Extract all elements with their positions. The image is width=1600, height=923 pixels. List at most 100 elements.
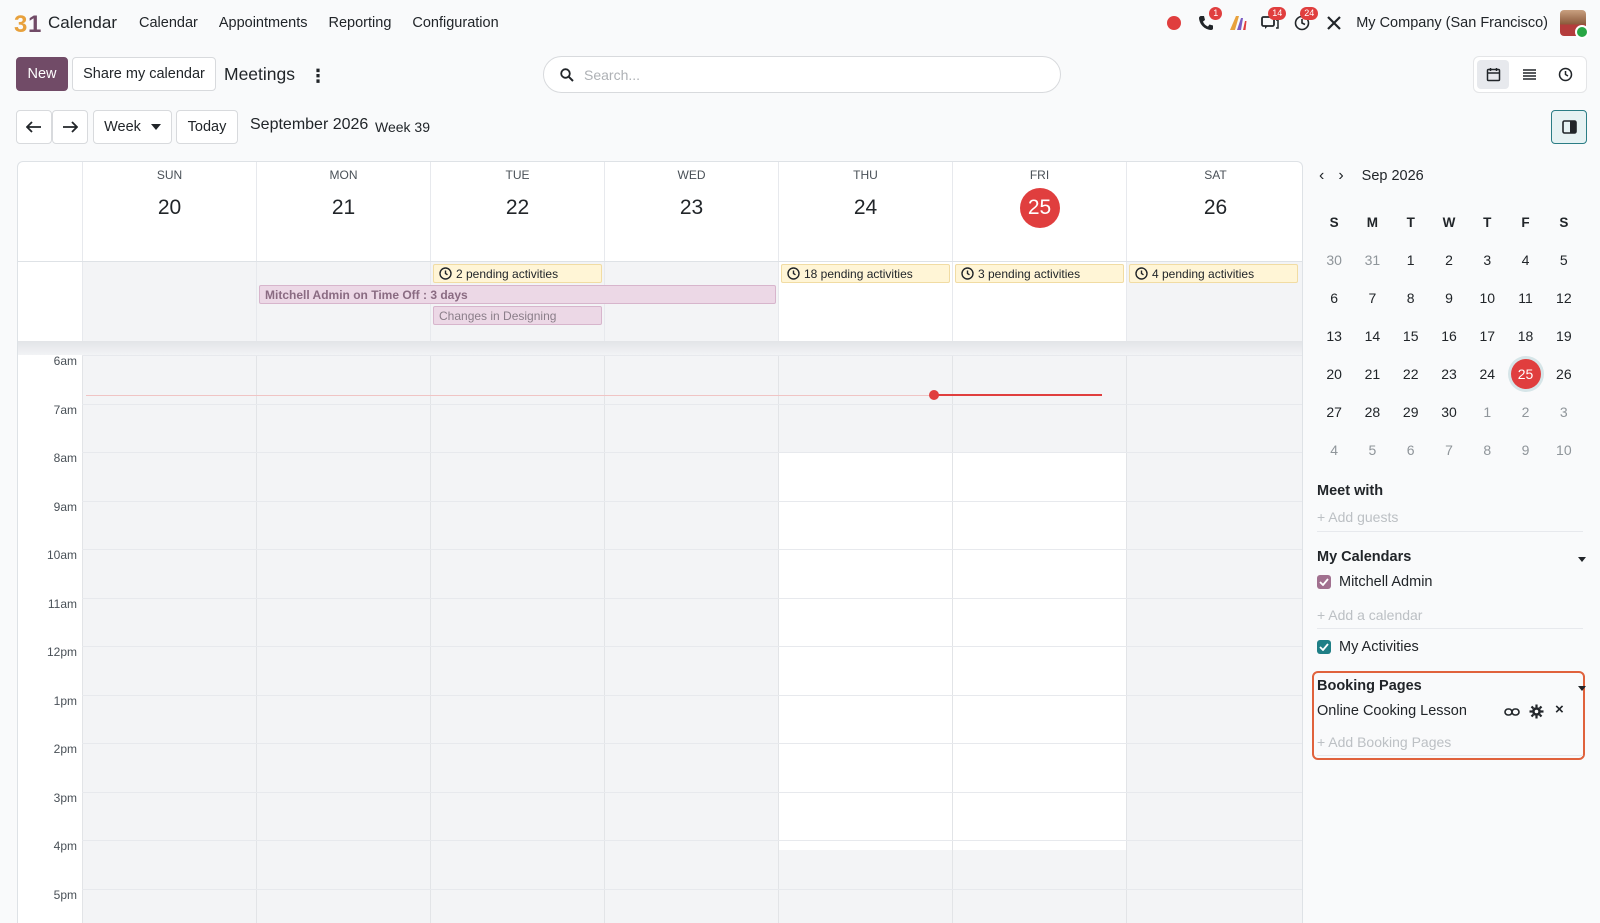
all-day-cell[interactable] — [82, 262, 256, 342]
caret-down-icon[interactable] — [1578, 686, 1586, 691]
mini-day[interactable]: 3 — [1545, 404, 1583, 420]
mini-day[interactable]: 6 — [1315, 290, 1353, 306]
day-column-fri[interactable] — [952, 355, 1126, 923]
day-header-mon[interactable]: MON 21 — [256, 162, 430, 261]
ai-icon[interactable] — [1222, 10, 1254, 36]
mini-day[interactable]: 5 — [1353, 442, 1391, 458]
new-button[interactable]: New — [16, 57, 68, 91]
day-column-mon[interactable] — [256, 355, 430, 923]
mini-day[interactable]: 5 — [1545, 252, 1583, 268]
mini-day[interactable]: 1 — [1392, 252, 1430, 268]
mini-day[interactable]: 28 — [1353, 404, 1391, 420]
pending-activities-event[interactable]: 2 pending activities — [433, 264, 602, 283]
caret-down-icon[interactable] — [1578, 557, 1586, 562]
share-calendar-button[interactable]: Share my calendar — [72, 57, 216, 91]
mini-day[interactable]: 6 — [1392, 442, 1430, 458]
booking-page-item[interactable]: Online Cooking Lesson — [1317, 703, 1467, 719]
mini-day[interactable]: 30 — [1315, 252, 1353, 268]
mini-day[interactable]: 24 — [1468, 366, 1506, 382]
activity-view-icon[interactable] — [1549, 60, 1581, 89]
mini-day[interactable]: 2 — [1430, 252, 1468, 268]
booking-pages-title[interactable]: Booking Pages — [1317, 678, 1422, 694]
mini-day[interactable]: 4 — [1315, 442, 1353, 458]
time-off-event[interactable]: Mitchell Admin on Time Off : 3 days — [259, 285, 776, 304]
mini-day[interactable]: 12 — [1545, 290, 1583, 306]
day-column-tue[interactable] — [430, 355, 604, 923]
add-calendar-input[interactable]: + Add a calendar — [1317, 607, 1422, 623]
calendar-view-icon[interactable] — [1477, 60, 1509, 89]
phone-icon[interactable]: 1 — [1190, 7, 1223, 36]
day-header-sat[interactable]: SAT 26 — [1126, 162, 1302, 261]
list-view-icon[interactable] — [1513, 60, 1545, 89]
calendar-app-logo-icon[interactable]: 3 1 — [14, 10, 42, 36]
mini-day[interactable]: 30 — [1430, 404, 1468, 420]
menu-reporting[interactable]: Reporting — [329, 15, 392, 31]
recording-icon[interactable] — [1158, 10, 1190, 36]
mini-day[interactable]: 29 — [1392, 404, 1430, 420]
day-header-sun[interactable]: SUN 20 — [82, 162, 256, 261]
close-icon[interactable]: × — [1555, 701, 1564, 718]
my-calendars-title[interactable]: My Calendars — [1317, 549, 1411, 565]
messages-icon[interactable]: 14 — [1254, 7, 1287, 36]
user-avatar[interactable] — [1560, 10, 1589, 39]
day-column-thu[interactable] — [778, 355, 952, 923]
mini-day[interactable]: 31 — [1353, 252, 1391, 268]
add-booking-page-input[interactable]: + Add Booking Pages — [1317, 734, 1451, 750]
app-name[interactable]: Calendar — [48, 13, 117, 33]
mini-day[interactable]: 2 — [1506, 404, 1544, 420]
day-header-wed[interactable]: WED 23 — [604, 162, 778, 261]
mini-day[interactable]: 10 — [1468, 290, 1506, 306]
menu-configuration[interactable]: Configuration — [412, 15, 498, 31]
pending-activities-event[interactable]: 3 pending activities — [955, 264, 1124, 283]
mini-day[interactable]: 9 — [1506, 442, 1544, 458]
company-switcher[interactable]: My Company (San Francisco) — [1356, 15, 1548, 31]
chevron-right-icon[interactable]: › — [1338, 167, 1343, 185]
mini-day[interactable]: 23 — [1430, 366, 1468, 382]
sidebar-toggle-button[interactable] — [1551, 110, 1587, 144]
day-header-fri[interactable]: FRI 25 — [952, 162, 1126, 261]
designing-event[interactable]: Changes in Designing — [433, 306, 602, 325]
add-guests-input[interactable]: + Add guests — [1317, 509, 1398, 525]
mini-day[interactable]: 19 — [1545, 328, 1583, 344]
mini-day-today[interactable]: 25 — [1506, 359, 1544, 389]
mini-day[interactable]: 1 — [1468, 404, 1506, 420]
day-column-wed[interactable] — [604, 355, 778, 923]
calendar-checkbox-mitchell[interactable] — [1317, 575, 1331, 589]
mini-day[interactable]: 26 — [1545, 366, 1583, 382]
pending-activities-event[interactable]: 4 pending activities — [1129, 264, 1298, 283]
mini-day[interactable]: 7 — [1353, 290, 1391, 306]
chevron-left-icon[interactable]: ‹ — [1319, 167, 1324, 185]
mini-day[interactable]: 13 — [1315, 328, 1353, 344]
mini-day[interactable]: 27 — [1315, 404, 1353, 420]
activities-clock-icon[interactable]: 24 — [1286, 7, 1319, 36]
menu-calendar[interactable]: Calendar — [139, 15, 198, 31]
mini-day[interactable]: 18 — [1506, 328, 1544, 344]
my-activities-checkbox[interactable] — [1317, 640, 1331, 654]
mini-day[interactable]: 15 — [1392, 328, 1430, 344]
mini-day[interactable]: 8 — [1392, 290, 1430, 306]
scale-dropdown[interactable]: Week — [93, 110, 172, 144]
previous-button[interactable] — [16, 110, 52, 144]
day-header-thu[interactable]: THU 24 — [778, 162, 952, 261]
tools-icon[interactable] — [1318, 10, 1350, 36]
search-input[interactable] — [584, 66, 1024, 83]
menu-appointments[interactable]: Appointments — [219, 15, 308, 31]
action-menu-icon[interactable]: ⋮ — [309, 66, 327, 87]
today-button[interactable]: Today — [176, 110, 238, 144]
link-icon[interactable] — [1504, 706, 1520, 718]
pending-activities-event[interactable]: 18 pending activities — [781, 264, 950, 283]
mini-day[interactable]: 8 — [1468, 442, 1506, 458]
mini-day[interactable]: 21 — [1353, 366, 1391, 382]
next-button[interactable] — [52, 110, 88, 144]
mini-day[interactable]: 22 — [1392, 366, 1430, 382]
mini-day[interactable]: 16 — [1430, 328, 1468, 344]
mini-day[interactable]: 7 — [1430, 442, 1468, 458]
mini-day[interactable]: 4 — [1506, 252, 1544, 268]
mini-day[interactable]: 17 — [1468, 328, 1506, 344]
mini-day[interactable]: 10 — [1545, 442, 1583, 458]
mini-day[interactable]: 9 — [1430, 290, 1468, 306]
day-column-sun[interactable] — [82, 355, 256, 923]
mini-day[interactable]: 11 — [1506, 290, 1544, 306]
gear-icon[interactable] — [1529, 704, 1544, 719]
mini-day[interactable]: 14 — [1353, 328, 1391, 344]
